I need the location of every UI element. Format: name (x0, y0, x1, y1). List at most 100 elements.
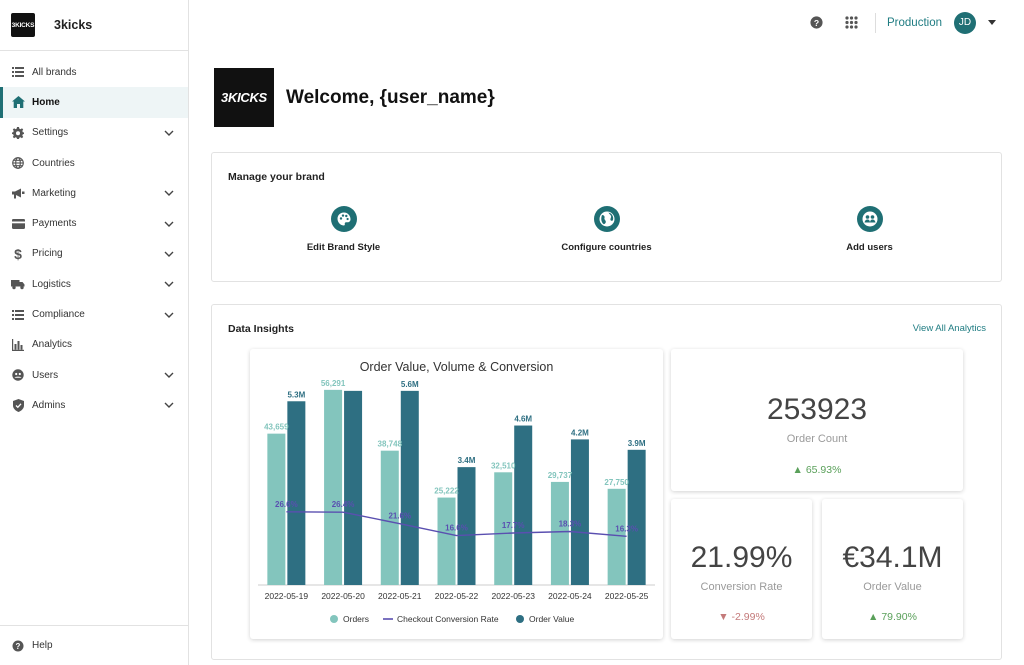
bar-order-value (514, 425, 533, 585)
data-label-order-value: 5.3M (287, 390, 305, 399)
sidebar-item-analytics[interactable]: Analytics (0, 330, 188, 360)
data-label-conversion: 18.3% (559, 520, 582, 529)
chevron-down-icon[interactable] (164, 128, 174, 138)
data-label-conversion: 16.6% (445, 524, 468, 533)
sidebar-item-pricing[interactable]: $ Pricing (0, 239, 188, 269)
kpi-value: €34.1M (842, 541, 943, 574)
data-label-order-value: 4.6M (514, 415, 532, 424)
sidebar: 3KICKS 3kicks All brands Home Settings Coun… (0, 0, 189, 665)
data-label-orders: 43,659 (264, 423, 289, 432)
truck-icon (11, 277, 25, 291)
home-icon (11, 95, 25, 109)
chevron-down-icon[interactable] (164, 188, 174, 198)
top-bar: ? Production JD (190, 0, 1024, 45)
legend-label: Orders (343, 614, 369, 624)
sidebar-item-logistics[interactable]: Logistics (0, 269, 188, 299)
card-icon (11, 217, 25, 231)
chevron-down-icon[interactable] (164, 279, 174, 289)
sidebar-item-payments[interactable]: Payments (0, 208, 188, 238)
apps-grid-icon[interactable] (843, 15, 859, 31)
data-insights-card: Data Insights View All Analytics 43,659 5… (211, 304, 1002, 660)
bar-orders (437, 497, 456, 585)
x-tick-label: 2022-05-22 (435, 591, 479, 601)
brand-name: 3kicks (54, 18, 93, 32)
sidebar-item-home[interactable]: Home (0, 87, 188, 118)
chevron-down-icon[interactable] (164, 249, 174, 259)
kpi-label: Order Count (786, 433, 848, 445)
user-icon (11, 368, 25, 382)
sidebar-item-label: Settings (32, 127, 69, 139)
data-label-orders: 25,222 (434, 487, 459, 496)
sidebar-item-all-brands[interactable]: All brands (0, 57, 188, 87)
data-label-orders: 32,510 (491, 461, 516, 470)
help-link[interactable]: ? Help (0, 625, 189, 665)
gear-icon (11, 126, 25, 140)
kpi-delta: ▼ -2.99% (718, 611, 765, 623)
megaphone-icon (11, 186, 25, 200)
sidebar-item-label: Users (32, 369, 59, 381)
legend-marker (516, 615, 524, 623)
data-label-orders: 38,748 (378, 440, 403, 449)
chevron-down-icon[interactable] (164, 219, 174, 229)
data-label-orders: 56,291 (321, 379, 346, 388)
dollar-icon: $ (11, 247, 25, 261)
view-all-analytics-link[interactable]: View All Analytics (913, 323, 986, 334)
brand-header[interactable]: 3KICKS 3kicks (0, 0, 188, 51)
action-label: Configure countries (561, 242, 652, 253)
bar-order-value (400, 390, 419, 585)
kpi-delta: ▲ 65.93% (792, 464, 842, 476)
sidebar-item-marketing[interactable]: Marketing (0, 178, 188, 208)
users-icon (856, 206, 883, 232)
help-icon: ? (11, 639, 25, 653)
x-tick-label: 2022-05-24 (548, 591, 592, 601)
globe-icon (11, 156, 25, 170)
action-label: Edit Brand Style (306, 242, 381, 253)
sidebar-item-admins[interactable]: Admins (0, 390, 188, 420)
help-label: Help (32, 640, 53, 651)
sidebar-item-label: Admins (32, 399, 66, 411)
environment-selector[interactable]: Production (887, 17, 942, 29)
edit-brand-style-button[interactable]: Edit Brand Style (212, 206, 475, 253)
chart-title: Order Value, Volume & Conversion (359, 360, 554, 374)
chevron-down-icon[interactable] (164, 400, 174, 410)
sidebar-item-users[interactable]: Users (0, 360, 188, 390)
sidebar-nav: All brands Home Settings Countries Marketing… (0, 51, 188, 421)
chevron-down-icon[interactable] (164, 370, 174, 380)
svg-text:$: $ (14, 247, 22, 261)
x-tick-label: 2022-05-23 (491, 591, 535, 601)
kpi-conversion-rate: 21.99% Conversion Rate ▼ -2.99% (671, 499, 812, 639)
kpi-order-count: 253923 Order Count ▲ 65.93% (671, 349, 963, 491)
help-icon[interactable]: ? (808, 15, 824, 31)
kpi-label: Conversion Rate (700, 581, 783, 593)
sidebar-item-compliance[interactable]: Compliance (0, 299, 188, 329)
data-label-orders: 29,737 (548, 471, 573, 480)
bar-orders (550, 481, 569, 585)
add-users-button[interactable]: Add users (738, 206, 1001, 253)
card-title: Data Insights (228, 323, 294, 335)
data-label-conversion: 17.7% (502, 521, 525, 530)
sidebar-item-label: Analytics (32, 339, 73, 351)
manage-brand-card: Manage your brand Edit Brand Style Confi… (211, 152, 1002, 282)
card-title: Manage your brand (228, 171, 325, 183)
configure-countries-button[interactable]: Configure countries (475, 206, 738, 253)
globe-icon (593, 206, 620, 232)
x-tick-label: 2022-05-25 (605, 591, 649, 601)
bar-order-value (344, 390, 363, 585)
page-title: Welcome, {user_name} (286, 86, 495, 108)
list-icon (11, 65, 25, 79)
chevron-down-icon[interactable] (164, 310, 174, 320)
welcome-header: 3KICKS Welcome, {user_name} (214, 68, 495, 127)
action-label: Add users (846, 242, 893, 253)
data-label-order-value: 5.6M (401, 380, 419, 389)
chevron-down-icon[interactable] (988, 19, 996, 27)
sidebar-item-countries[interactable]: Countries (0, 148, 188, 178)
kpi-order-value: €34.1M Order Value ▲ 79.90% (822, 499, 963, 639)
legend-label: Checkout Conversion Rate (397, 614, 499, 624)
svg-text:?: ? (16, 642, 21, 651)
avatar[interactable]: JD (954, 11, 976, 34)
kpi-value: 253923 (766, 393, 868, 426)
data-label-order-value: 3.4M (458, 456, 476, 465)
bar-order-value (627, 449, 646, 585)
sidebar-item-label: Pricing (32, 248, 63, 260)
sidebar-item-settings[interactable]: Settings (0, 118, 188, 148)
